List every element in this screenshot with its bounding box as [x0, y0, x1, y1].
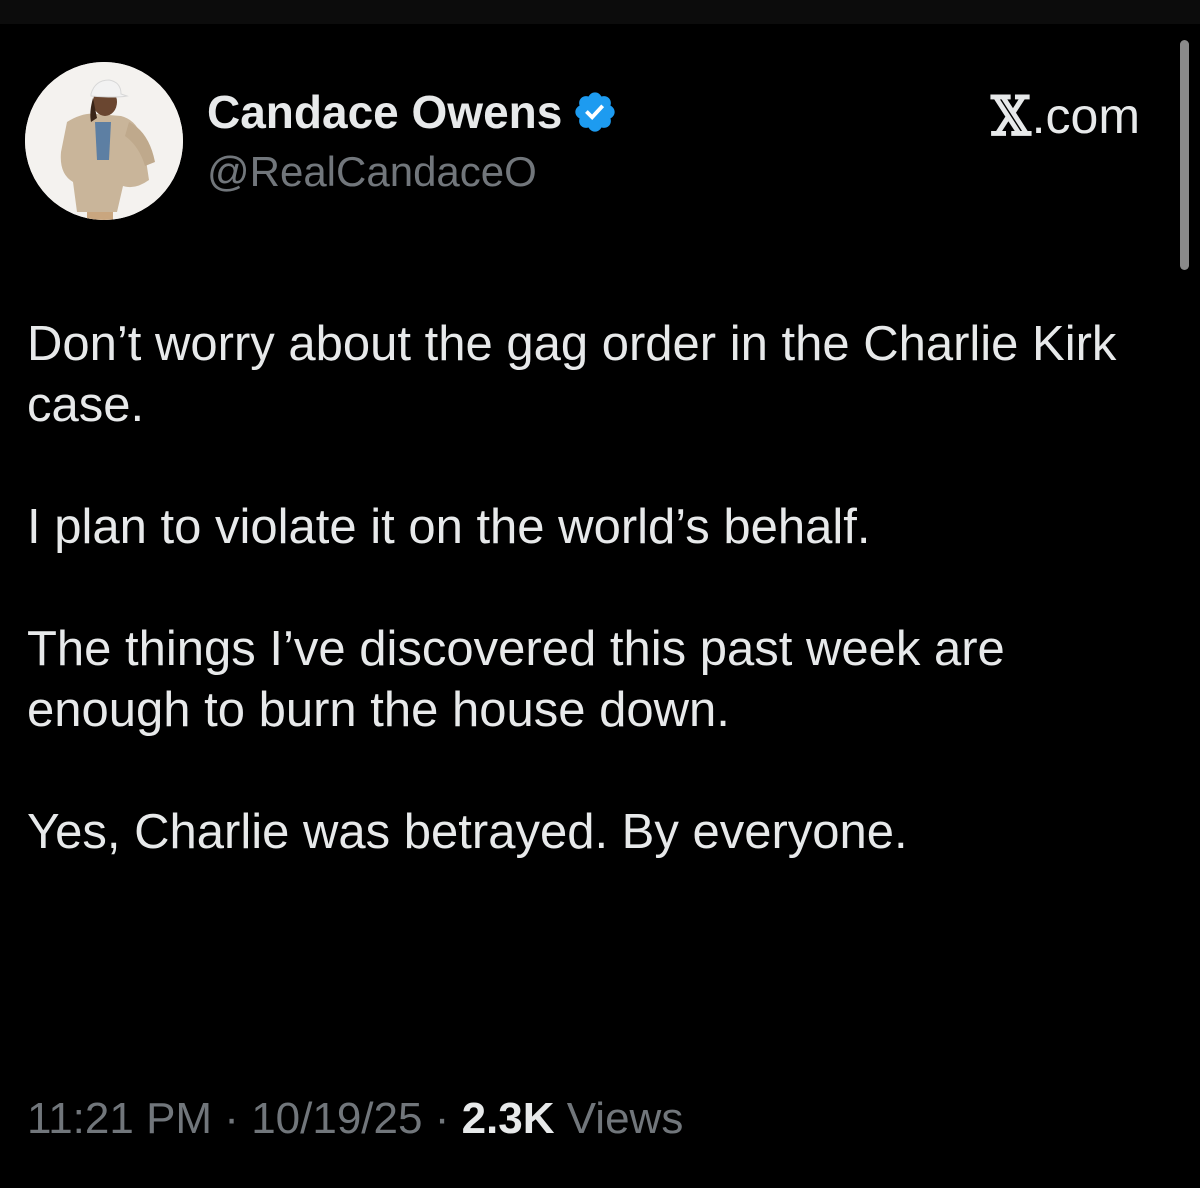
author-name-row: Candace Owens — [207, 84, 618, 140]
tweet-date[interactable]: 10/19/25 — [251, 1094, 422, 1143]
tweet-paragraph: The things I’ve discovered this past wee… — [27, 622, 1005, 737]
meta-separator: · — [422, 1094, 462, 1143]
tweet-paragraph: I plan to violate it on the world’s beha… — [27, 500, 871, 554]
verified-badge-icon — [572, 89, 618, 135]
brand-domain: .com — [1031, 88, 1140, 144]
scrollbar[interactable] — [1180, 40, 1189, 270]
tweet-paragraph: Yes, Charlie was betrayed. By everyone. — [27, 805, 908, 859]
avatar[interactable] — [25, 62, 183, 220]
x-logo-icon: 𝕏 — [990, 84, 1031, 148]
author-handle[interactable]: @RealCandaceO — [207, 148, 537, 196]
tweet-body: Don’t worry about the gag order in the C… — [27, 314, 1147, 924]
meta-separator: · — [212, 1094, 252, 1143]
avatar-photo — [25, 62, 183, 220]
tweet-paragraph: Don’t worry about the gag order in the C… — [27, 317, 1117, 432]
views-count: 2.3K — [461, 1094, 555, 1143]
top-bar — [0, 0, 1200, 24]
display-name[interactable]: Candace Owens — [207, 85, 562, 139]
views-label: Views — [554, 1094, 684, 1143]
brand-watermark: 𝕏 .com — [990, 84, 1140, 148]
tweet-meta: 11:21 PM · 10/19/25 · 2.3K Views — [27, 1094, 683, 1144]
tweet-time[interactable]: 11:21 PM — [27, 1094, 212, 1143]
